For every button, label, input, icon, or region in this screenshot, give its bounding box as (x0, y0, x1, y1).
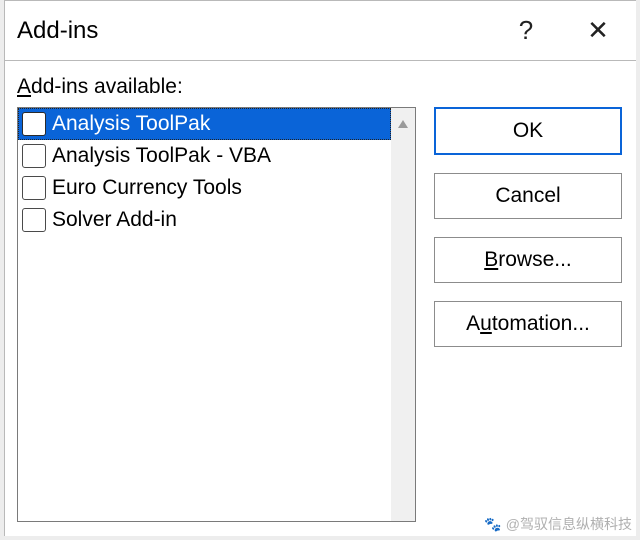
addins-list: Analysis ToolPak Analysis ToolPak - VBA … (18, 108, 391, 521)
dialog-title: Add-ins (17, 17, 490, 45)
dialog-body: Add-ins available: Analysis ToolPak Anal… (5, 61, 636, 536)
automation-button[interactable]: Automation... (434, 301, 622, 347)
checkbox[interactable] (22, 144, 46, 168)
checkbox[interactable] (22, 176, 46, 200)
list-item[interactable]: Euro Currency Tools (18, 172, 391, 204)
cancel-label: Cancel (495, 184, 560, 208)
browse-button[interactable]: Browse... (434, 237, 622, 283)
addins-listbox[interactable]: Analysis ToolPak Analysis ToolPak - VBA … (17, 107, 416, 522)
addins-available-label: Add-ins available: (17, 75, 622, 99)
checkbox[interactable] (22, 208, 46, 232)
list-item-label: Analysis ToolPak (52, 112, 389, 136)
scroll-up-icon[interactable] (391, 112, 415, 136)
close-icon: ✕ (587, 15, 609, 46)
cancel-button[interactable]: Cancel (434, 173, 622, 219)
addins-dialog: Add-ins ? ✕ Add-ins available: Analysis … (4, 0, 636, 536)
checkbox[interactable] (22, 112, 46, 136)
help-button[interactable]: ? (490, 1, 562, 61)
automation-label: Automation... (466, 312, 590, 336)
scrollbar[interactable] (391, 108, 415, 521)
list-item-label: Analysis ToolPak - VBA (52, 144, 389, 168)
list-item[interactable]: Analysis ToolPak (18, 108, 391, 140)
help-icon: ? (519, 15, 533, 46)
list-item-label: Euro Currency Tools (52, 176, 389, 200)
content-row: Analysis ToolPak Analysis ToolPak - VBA … (17, 107, 622, 522)
button-column: OK Cancel Browse... Automation... (434, 107, 622, 522)
list-item[interactable]: Analysis ToolPak - VBA (18, 140, 391, 172)
close-button[interactable]: ✕ (562, 1, 634, 61)
ok-label: OK (513, 119, 543, 143)
list-item[interactable]: Solver Add-in (18, 204, 391, 236)
list-item-label: Solver Add-in (52, 208, 389, 232)
titlebar: Add-ins ? ✕ (5, 1, 636, 61)
ok-button[interactable]: OK (434, 107, 622, 155)
browse-label: Browse... (484, 248, 572, 272)
